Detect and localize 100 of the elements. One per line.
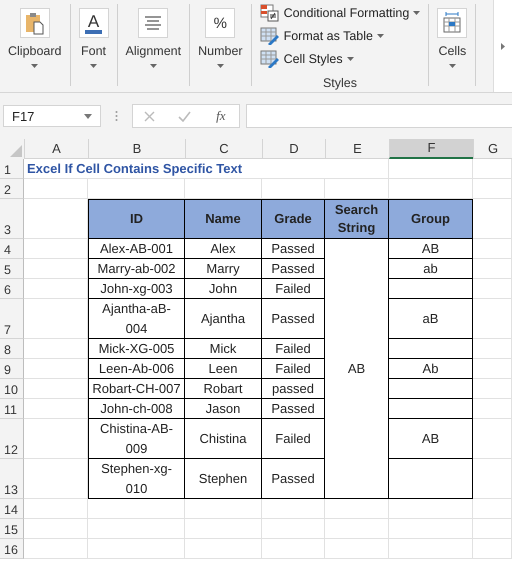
caret-icon bbox=[346, 57, 354, 61]
table-style-icon bbox=[260, 50, 280, 68]
table-cell: ab bbox=[389, 259, 473, 279]
row-header[interactable]: 3 bbox=[0, 199, 24, 239]
table-cell: Alex-AB-001 bbox=[88, 239, 185, 259]
row-header[interactable]: 1 bbox=[0, 159, 24, 179]
caret-icon bbox=[413, 11, 420, 15]
styles-menu-button[interactable]: Format as Table bbox=[260, 25, 420, 47]
table-cell: aB bbox=[389, 299, 473, 339]
cells-icon[interactable] bbox=[437, 8, 468, 38]
row-header[interactable]: 5 bbox=[0, 259, 24, 279]
column-header[interactable]: B bbox=[88, 139, 185, 159]
table-cell: Passed bbox=[262, 399, 325, 419]
header-cell: Grade bbox=[262, 199, 325, 239]
scroll-right-icon[interactable] bbox=[501, 42, 505, 50]
empty-cell[interactable] bbox=[473, 539, 512, 559]
group-label: Number bbox=[198, 44, 243, 58]
table-cell: John-ch-008 bbox=[88, 399, 185, 419]
row-header[interactable]: 9 bbox=[0, 359, 24, 379]
row-header[interactable]: 11 bbox=[0, 399, 24, 419]
styles-menu-button[interactable]: Cell Styles bbox=[260, 48, 420, 70]
empty-cell[interactable] bbox=[389, 519, 473, 539]
styles-menu-button[interactable]: Conditional Formatting bbox=[260, 2, 420, 24]
caret-icon[interactable] bbox=[90, 64, 98, 68]
empty-cell[interactable] bbox=[325, 539, 389, 559]
row-header[interactable]: 15 bbox=[0, 519, 24, 539]
table-cell: Stephen bbox=[185, 459, 262, 499]
row-header[interactable]: 16 bbox=[0, 539, 24, 559]
table-cell: Leen bbox=[185, 359, 262, 379]
formula-input[interactable] bbox=[246, 104, 512, 128]
empty-cell[interactable] bbox=[473, 519, 512, 539]
conditional-formatting-icon bbox=[260, 4, 280, 22]
table-cell: Passed bbox=[262, 459, 325, 499]
table-cell: Alex bbox=[185, 239, 262, 259]
row-header[interactable]: 14 bbox=[0, 499, 24, 519]
table-cell: John bbox=[185, 279, 262, 299]
caret-icon[interactable] bbox=[31, 64, 38, 68]
empty-cell[interactable] bbox=[88, 539, 185, 559]
row-header[interactable]: 12 bbox=[0, 419, 24, 459]
caret-icon bbox=[376, 34, 384, 38]
select-all-icon[interactable] bbox=[10, 145, 22, 157]
row-header[interactable]: 10 bbox=[0, 379, 24, 399]
empty-cell[interactable] bbox=[88, 519, 185, 539]
table-cell: Ajantha-aB-004 bbox=[88, 299, 185, 339]
column-header[interactable]: C bbox=[185, 139, 262, 159]
table-cell: AB bbox=[389, 419, 473, 459]
table-cell: Passed bbox=[262, 259, 325, 279]
row-header[interactable]: 7 bbox=[0, 299, 24, 339]
row-header[interactable]: 2 bbox=[0, 179, 24, 199]
empty-cell[interactable] bbox=[185, 519, 262, 539]
table-cell: Mick bbox=[185, 339, 262, 359]
header-cell: ID bbox=[88, 199, 185, 239]
sheet-title: Excel If Cell Contains Specific Text bbox=[24, 159, 389, 179]
empty-cell[interactable] bbox=[262, 539, 325, 559]
insert-function-button[interactable]: fx bbox=[214, 108, 228, 124]
empty-cell[interactable] bbox=[325, 519, 389, 539]
table-cell: Passed bbox=[262, 239, 325, 259]
row-header[interactable]: 4 bbox=[0, 239, 24, 259]
name-box[interactable]: F17 bbox=[3, 105, 101, 127]
group-label: Font bbox=[81, 44, 106, 58]
table-cell: Jason bbox=[185, 399, 262, 419]
row-header[interactable]: 8 bbox=[0, 339, 24, 359]
cancel-icon[interactable] bbox=[144, 110, 156, 122]
align-icon[interactable] bbox=[138, 8, 168, 38]
table-cell: Robart-CH-007 bbox=[88, 379, 185, 399]
empty-cell[interactable] bbox=[389, 539, 473, 559]
check-icon[interactable] bbox=[178, 110, 192, 122]
column-header[interactable]: A bbox=[24, 139, 88, 159]
table-cell: Failed bbox=[262, 339, 325, 359]
table-cell: Failed bbox=[262, 359, 325, 379]
clipboard-icon[interactable] bbox=[20, 8, 50, 38]
font-icon[interactable]: A bbox=[78, 8, 109, 38]
empty-cell[interactable] bbox=[473, 179, 512, 199]
row-header[interactable]: 13 bbox=[0, 459, 24, 499]
empty-cell[interactable] bbox=[389, 159, 473, 179]
caret-icon[interactable] bbox=[448, 64, 456, 68]
table-cell: Failed bbox=[262, 419, 325, 459]
group-label: Clipboard bbox=[8, 44, 62, 58]
empty-cell[interactable] bbox=[262, 519, 325, 539]
percent-icon[interactable]: % bbox=[205, 8, 236, 38]
row-header[interactable]: 6 bbox=[0, 279, 24, 299]
group-label: Styles bbox=[322, 76, 357, 90]
table-cell: Passed bbox=[262, 299, 325, 339]
group-label: Alignment bbox=[126, 44, 182, 58]
empty-cell[interactable] bbox=[185, 539, 262, 559]
table-cell: Failed bbox=[262, 279, 325, 299]
header-cell: Name bbox=[185, 199, 262, 239]
caret-icon[interactable] bbox=[150, 64, 157, 68]
table-cell: Mick-XG-005 bbox=[88, 339, 185, 359]
caret-icon[interactable] bbox=[216, 64, 224, 68]
empty-cell[interactable] bbox=[473, 499, 512, 519]
table-cell: Marry bbox=[185, 259, 262, 279]
column-header[interactable]: F bbox=[389, 139, 473, 159]
column-header[interactable]: G bbox=[473, 139, 512, 159]
drag-handle-icon[interactable] bbox=[115, 110, 118, 122]
table-cell: AB bbox=[389, 239, 473, 259]
table-cell: passed bbox=[262, 379, 325, 399]
table-cell: Stephen-xg-010 bbox=[88, 459, 185, 499]
column-header[interactable]: D bbox=[262, 139, 325, 159]
empty-cell[interactable] bbox=[473, 159, 512, 179]
